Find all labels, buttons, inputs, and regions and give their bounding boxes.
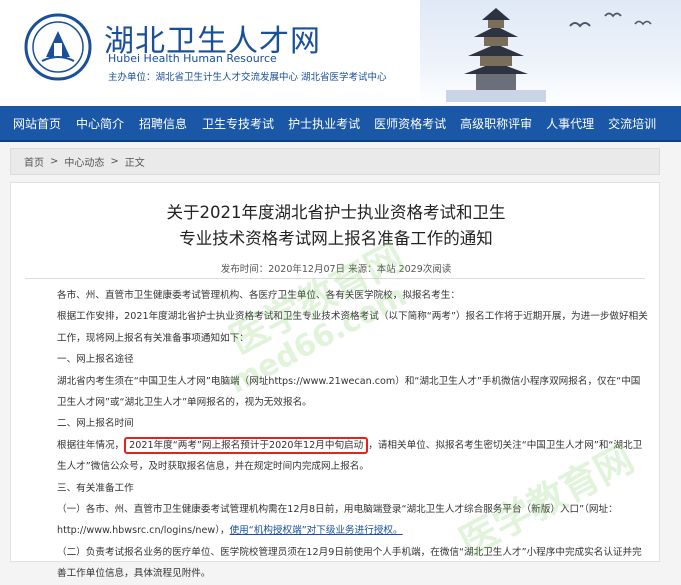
nav-item-about[interactable]: 中心简介 bbox=[76, 115, 124, 132]
article-paragraph: 各市、州、直管市卫生健康委考试管理机构、各医疗卫生单位、各有关医学院校，拟报名考… bbox=[57, 290, 460, 301]
site-header: 湖北卫生人才网 Hubei Health Human Resource 主办单位… bbox=[0, 0, 681, 106]
article-paragraph: 根据往年情况， 2021年度“两考”网上报名预计于2020年12月中旬启动 ，请相关… bbox=[25, 435, 649, 478]
nav-item-nurse-exam[interactable]: 护士执业考试 bbox=[288, 115, 360, 132]
nav-item-physician-exam[interactable]: 医师资格考试 bbox=[374, 115, 446, 132]
nav-item-senior-title[interactable]: 高级职称评审 bbox=[460, 115, 532, 132]
article-paragraph: （二）负责考试报名业务的医疗单位、医学院校管理员须在12月9日前使用个人手机端，… bbox=[57, 546, 642, 580]
site-organizer: 主办单位：湖北省卫生计生人才交流发展中心 湖北省医学考试中心 bbox=[108, 72, 387, 83]
article-paragraph: （一）各市、州、直管市卫生健康委考试管理机构需在12月8日前，用电脑端登录“湖北… bbox=[25, 499, 649, 542]
nav-item-health-exam[interactable]: 卫生专技考试 bbox=[202, 115, 274, 132]
article-title-line2: 专业技术资格考试网上报名准备工作的通知 bbox=[179, 229, 493, 248]
highlighted-date-text: 2021年度“两考”网上报名预计于2020年12月中旬启动 bbox=[124, 436, 369, 454]
article-paragraph: 湖北省内考生须在“中国卫生人才网”电脑端（网址https://www.21wec… bbox=[57, 375, 641, 409]
breadcrumb-current: 正文 bbox=[124, 158, 145, 169]
breadcrumb-separator: > bbox=[50, 156, 59, 167]
article-meta: 发布时间：2020年12月07日 来源：本站 2029次阅读 bbox=[220, 264, 452, 275]
article-title-line1: 关于2021年度湖北省护士执业资格考试和卫生 bbox=[166, 203, 506, 222]
authorization-link[interactable]: 使用“机构授权端”对下级业务进行授权。 bbox=[230, 525, 403, 536]
article-paragraph: 根据工作安排，2021年度湖北省护士执业资格考试和卫生专业技术资格考试（以下简称… bbox=[57, 311, 648, 344]
breadcrumb-separator: > bbox=[110, 156, 119, 167]
nav-item-hr-agency[interactable]: 人事代理 bbox=[546, 115, 594, 132]
breadcrumb-home[interactable]: 首页 bbox=[24, 154, 44, 169]
nav-item-home[interactable]: 网站首页 bbox=[13, 115, 61, 132]
yellow-crane-tower-icon bbox=[446, 8, 546, 102]
breadcrumb: 首页 > 中心动态 > 正文 bbox=[10, 148, 660, 175]
site-logo-icon bbox=[24, 13, 92, 81]
article-body: 各市、州、直管市卫生健康委考试管理机构、各医疗卫生单位、各有关医学院校，拟报名考… bbox=[25, 285, 649, 585]
breadcrumb-section[interactable]: 中心动态 bbox=[64, 154, 104, 169]
article-panel: 关于2021年度湖北省护士执业资格考试和卫生 专业技术资格考试网上报名准备工作的… bbox=[10, 182, 661, 579]
paragraph-text: 根据往年情况， bbox=[57, 439, 125, 451]
section-heading: 二、网上报名时间 bbox=[57, 418, 134, 430]
nav-item-training[interactable]: 交流培训 bbox=[608, 115, 656, 132]
article-title: 关于2021年度湖北省护士执业资格考试和卫生 专业技术资格考试网上报名准备工作的… bbox=[11, 200, 661, 252]
section-heading: 三、有关准备工作 bbox=[57, 482, 134, 494]
birds-icon bbox=[569, 12, 652, 28]
section-heading: 一、网上报名途径 bbox=[57, 354, 134, 366]
article-divider bbox=[25, 278, 645, 279]
nav-item-recruit[interactable]: 招聘信息 bbox=[139, 115, 187, 132]
site-subtitle-en: Hubei Health Human Resource bbox=[108, 52, 277, 65]
main-nav: 网站首页 中心简介 招聘信息 卫生专技考试 护士执业考试 医师资格考试 高级职称… bbox=[0, 106, 681, 142]
